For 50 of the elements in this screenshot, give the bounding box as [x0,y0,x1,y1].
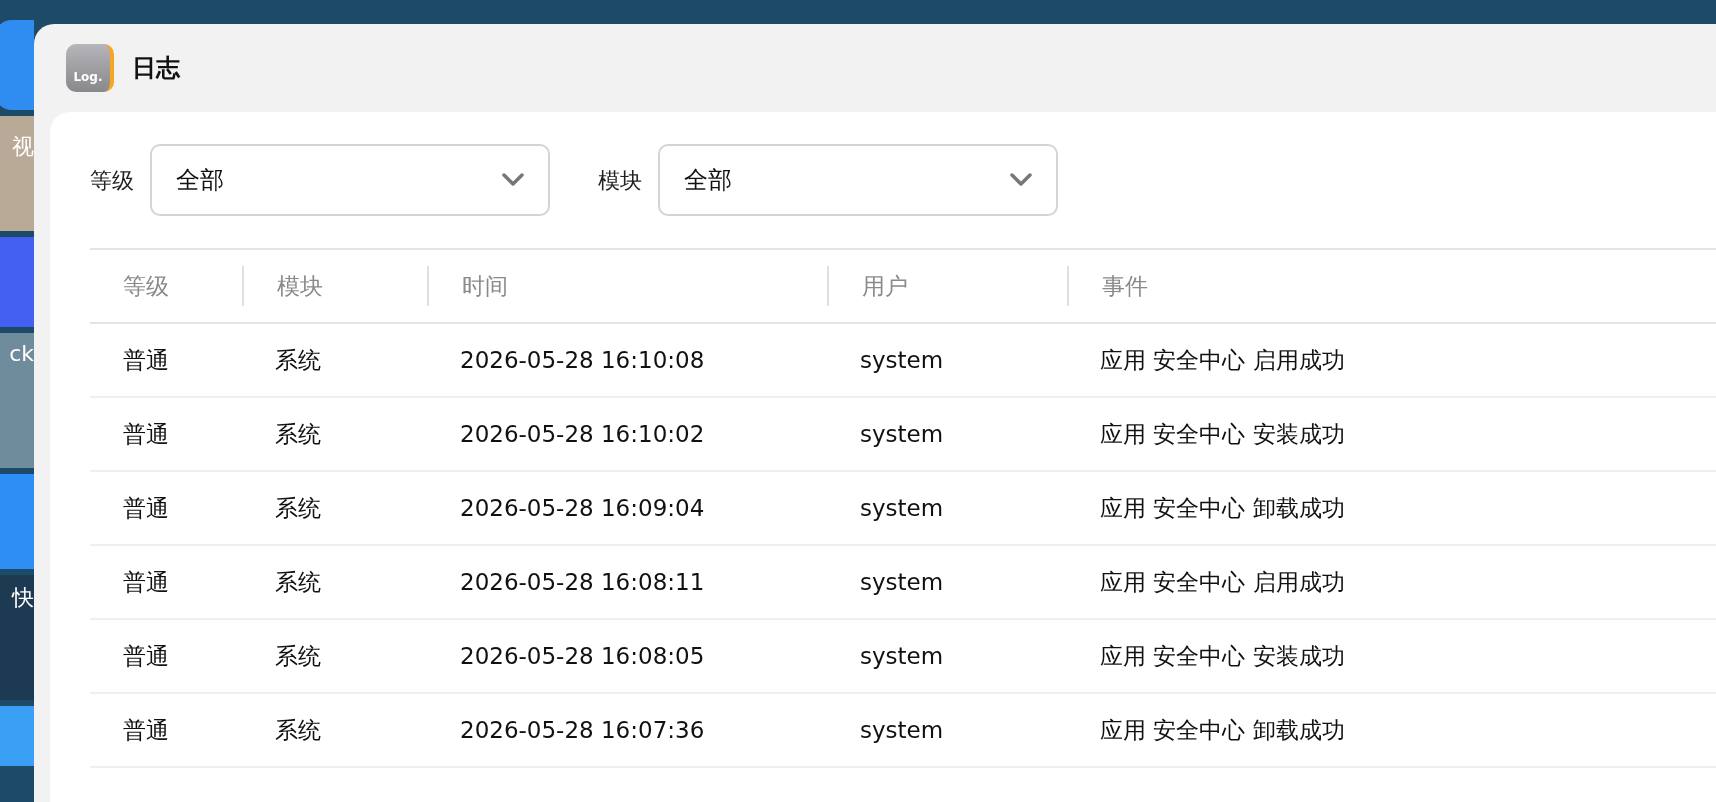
table-cell: 普通 [123,420,169,447]
app-label: ck [9,343,34,365]
table-cell: 系统 [275,716,321,743]
table-cell: 2026-05-28 16:09:04 [460,494,705,521]
app-icon[interactable] [0,706,34,766]
table-cell: 2026-05-28 16:07:36 [460,716,705,743]
column-header: 等级 [123,271,169,301]
app-icon[interactable] [0,237,34,327]
table-cell: 普通 [123,494,169,521]
table-cell: 2026-05-28 16:08:11 [460,568,705,595]
column-header: 事件 [1102,271,1148,301]
app-icon[interactable] [0,474,34,569]
window-title: 日志 [132,53,180,84]
column-header: 用户 [862,271,908,301]
filter-dropdown[interactable]: 全部 [150,144,550,216]
app-label: 视 [12,136,34,158]
table-cell: 应用 安全中心 安装成功 [1100,420,1345,447]
table-cell: 系统 [275,642,321,669]
table-cell: system [860,716,944,743]
table-cell: 应用 安全中心 安装成功 [1100,642,1345,669]
app-icon[interactable] [0,20,34,110]
table-cell: system [860,642,944,669]
table-cell: 应用 安全中心 卸载成功 [1100,716,1345,743]
table-cell: 系统 [275,420,321,447]
chevron-down-icon [502,173,524,187]
table-cell: system [860,568,944,595]
table-cell: system [860,494,944,521]
app-label: 快 [12,587,34,609]
table-cell: system [860,420,944,447]
filter-label: 模块 [598,166,642,195]
chevron-down-icon [1010,173,1032,187]
column-header: 模块 [277,271,323,301]
table-cell: 2026-05-28 16:10:08 [460,346,705,373]
table-cell: 应用 安全中心 启用成功 [1100,568,1345,595]
table-cell: 普通 [123,716,169,743]
table-cell: 普通 [123,642,169,669]
table-cell: 系统 [275,568,321,595]
table-cell: 系统 [275,494,321,521]
table-cell: 应用 安全中心 启用成功 [1100,346,1345,373]
filter-label: 等级 [90,166,134,195]
table-cell: 普通 [123,568,169,595]
table-cell: 系统 [275,346,321,373]
table-cell: system [860,346,944,373]
table-cell: 应用 安全中心 卸载成功 [1100,494,1345,521]
table-cell: 2026-05-28 16:08:05 [460,642,705,669]
table-cell: 普通 [123,346,169,373]
table-cell: 2026-05-28 16:10:02 [460,420,705,447]
filter-dropdown[interactable]: 全部 [658,144,1058,216]
app-logo: Log. [66,44,114,92]
column-header: 时间 [462,271,508,301]
